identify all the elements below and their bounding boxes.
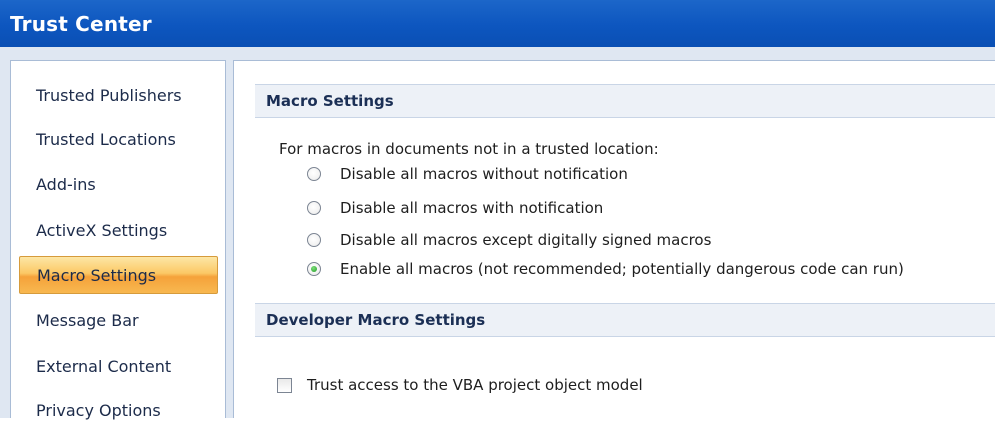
radio-button-icon[interactable] [307, 201, 321, 215]
radio-button-icon[interactable] [307, 167, 321, 181]
sidebar-item-activex-settings[interactable]: ActiveX Settings [19, 211, 218, 249]
radio-enable-all-macros[interactable]: Enable all macros (not recommended; pote… [307, 257, 904, 281]
macro-settings-description: For macros in documents not in a trusted… [279, 140, 659, 158]
title-bar: Trust Center [0, 0, 995, 47]
radio-label: Disable all macros without notification [340, 165, 628, 183]
radio-disable-without-notification[interactable]: Disable all macros without notification [307, 162, 628, 186]
checkbox-icon[interactable] [277, 377, 292, 393]
radio-disable-with-notification[interactable]: Disable all macros with notification [307, 196, 603, 220]
developer-macro-settings-header: Developer Macro Settings [255, 303, 995, 337]
trust-vba-access-option[interactable]: Trust access to the VBA project object m… [277, 373, 643, 397]
radio-label: Disable all macros with notification [340, 199, 604, 217]
sidebar-item-macro-settings[interactable]: Macro Settings [19, 256, 218, 294]
sidebar: Trusted Publishers Trusted Locations Add… [10, 60, 226, 420]
sidebar-item-trusted-publishers[interactable]: Trusted Publishers [19, 76, 218, 114]
sidebar-item-message-bar[interactable]: Message Bar [19, 301, 218, 339]
radio-label: Enable all macros (not recommended; pote… [340, 260, 904, 278]
sidebar-item-external-content[interactable]: External Content [19, 347, 218, 385]
window-title: Trust Center [10, 11, 152, 36]
checkbox-label: Trust access to the VBA project object m… [307, 376, 643, 394]
sidebar-item-add-ins[interactable]: Add-ins [19, 165, 218, 203]
macro-settings-header: Macro Settings [255, 84, 995, 118]
radio-button-icon[interactable] [307, 233, 321, 247]
radio-label: Disable all macros except digitally sign… [340, 231, 712, 249]
sidebar-item-privacy-options[interactable]: Privacy Options [19, 391, 218, 429]
sidebar-item-trusted-locations[interactable]: Trusted Locations [19, 120, 218, 158]
settings-panel: Macro Settings For macros in documents n… [233, 60, 995, 418]
radio-disable-except-signed[interactable]: Disable all macros except digitally sign… [307, 228, 711, 252]
trust-center-body: Trusted Publishers Trusted Locations Add… [0, 47, 995, 420]
radio-button-selected-icon[interactable] [307, 262, 321, 276]
